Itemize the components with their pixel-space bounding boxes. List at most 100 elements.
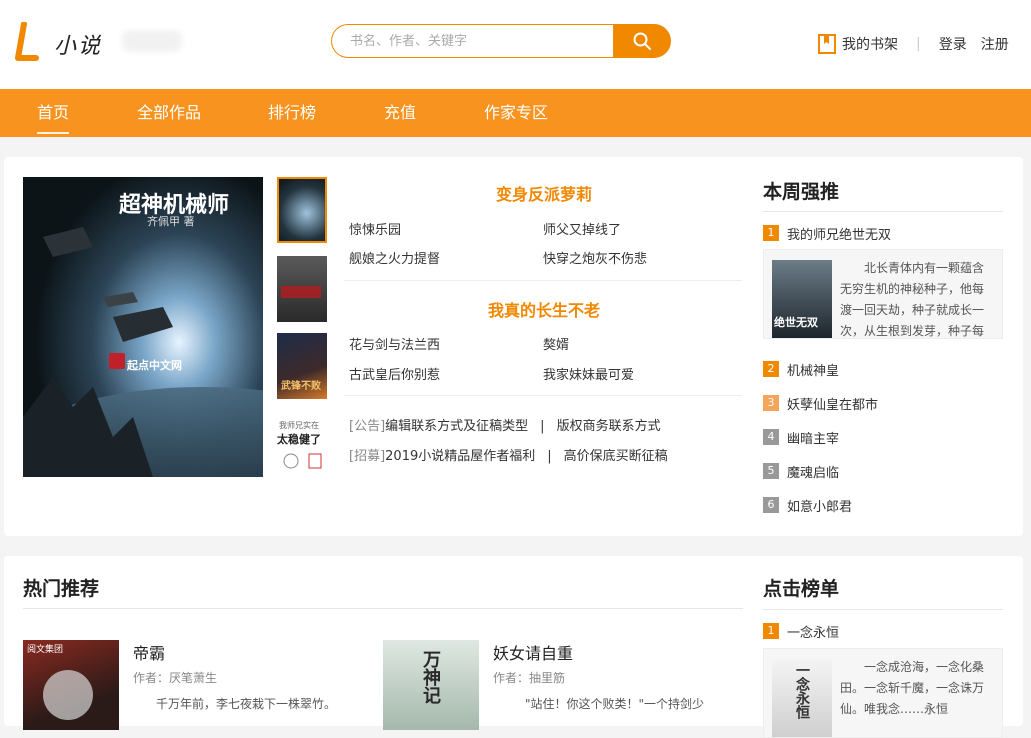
featured-group2-title[interactable]: 我真的长生不老 (344, 297, 744, 321)
hot-section: 热门推荐 阅文集团 帝霸 作者：厌笔萧生 千万年前，李七夜栽下一株翠竹。 万神记… (4, 556, 1023, 738)
rank-cover-title: 绝世无双 (774, 316, 818, 329)
hot-book-title[interactable]: 帝霸 (133, 640, 165, 664)
search-input[interactable] (331, 24, 613, 58)
bookshelf-icon (818, 34, 836, 54)
my-bookshelf-link[interactable]: 我的书架 (842, 34, 898, 54)
rank-name: 魔魂启临 (787, 465, 840, 481)
rank-number: 1 (763, 225, 779, 241)
nav-author-zone[interactable]: 作家专区 (484, 89, 548, 137)
rank-name: 妖孽仙皇在都市 (787, 397, 879, 413)
nav-rankings[interactable]: 排行榜 (268, 89, 316, 137)
featured-link[interactable]: 花与剑与法兰西 (349, 334, 440, 353)
rank-name: 我的师兄绝世无双 (787, 227, 892, 243)
notice-link[interactable]: 版权商务联系方式 (557, 419, 661, 434)
featured-link[interactable]: 师父又掉线了 (543, 219, 621, 238)
divider (23, 608, 743, 609)
featured-link[interactable]: 舰娘之火力提督 (349, 248, 440, 267)
hot-book-desc: "站住！你这个败类！"一个持剑少 (525, 697, 705, 711)
notice-row: [招募]2019小说精品屋作者福利 | 高价保底买断征稿 (349, 445, 668, 464)
thumb-3[interactable]: 武锋不败 (277, 333, 327, 399)
hot-book-desc: 千万年前，李七夜栽下一株翠竹。 (156, 697, 337, 711)
divider: | (916, 36, 921, 52)
notice-tag: [招募] (349, 449, 386, 464)
featured-main-cover[interactable]: 超神机械师 齐佩甲 著 起点中文网 (23, 177, 263, 477)
rank-number: 2 (763, 361, 779, 377)
thumb3-title: 武锋不败 (281, 381, 321, 392)
divider (763, 609, 1003, 610)
logo-subtitle-blur (122, 30, 182, 52)
rank-item[interactable]: 1 我的师兄绝世无双 (763, 223, 891, 243)
main-cover-brand: 起点中文网 (127, 359, 182, 372)
cover-title: 万神记 (420, 650, 441, 704)
logo-text: 小说 (54, 34, 103, 59)
rank-number: 1 (763, 623, 779, 639)
logo-l-icon (15, 22, 39, 61)
register-link[interactable]: 注册 (981, 34, 1009, 54)
thumb4-doodle-icon (283, 453, 322, 469)
notice-row: [公告]编辑联系方式及征稿类型 | 版权商务联系方式 (349, 415, 661, 434)
main-nav: 首页 全部作品 排行榜 充值 作家专区 (0, 89, 1031, 137)
rank-top-preview[interactable]: 一念永恒 一念成沧海，一念化桑田。一念斩千魔，一念诛万仙。唯我念……永恒 (763, 648, 1003, 738)
divider: | (547, 449, 552, 464)
featured-link[interactable]: 惊悚乐园 (349, 219, 401, 238)
hot-book-author: 作者：厌笔萧生 (133, 671, 218, 685)
divider: | (540, 419, 545, 434)
search-button[interactable] (613, 24, 671, 58)
hot-book-title[interactable]: 妖女请自重 (493, 640, 573, 664)
rank-item[interactable]: 1 一念永恒 (763, 621, 839, 641)
featured-group1-title[interactable]: 变身反派萝莉 (344, 181, 744, 205)
hot-title: 热门推荐 (23, 578, 100, 600)
nav-home[interactable]: 首页 (37, 89, 70, 137)
top-links: 我的书架 | 登录 注册 (818, 34, 1009, 54)
rank-number: 3 (763, 395, 779, 411)
notice-tag: [公告] (349, 419, 386, 434)
rank-name: 如意小郎君 (787, 499, 853, 515)
thumb4-title: 太稳健了 (277, 433, 321, 446)
featured-link[interactable]: 快穿之炮灰不伤悲 (543, 248, 647, 267)
featured-link[interactable]: 古武皇后你别惹 (349, 364, 440, 383)
divider (763, 211, 1003, 212)
rank-item[interactable]: 3 妖孽仙皇在都市 (763, 393, 878, 413)
rank-top-cover: 绝世无双 (772, 260, 832, 338)
thumb-1[interactable] (277, 177, 327, 243)
space-cover-art (23, 177, 263, 477)
divider (344, 395, 742, 396)
thumb-2[interactable] (277, 256, 327, 322)
rank-number: 4 (763, 429, 779, 445)
featured-link[interactable]: 我家妹妹最可爱 (543, 364, 634, 383)
rank-item[interactable]: 4 幽暗主宰 (763, 427, 839, 447)
rank-name: 机械神皇 (787, 363, 840, 379)
header: 小说 我的书架 | 登录 注册 (0, 0, 1031, 89)
rank-top-desc: 北长青体内有一颗蕴含无穷生机的神秘种子，他每渡一回天劫，种子就成长一次，从生根到… (840, 261, 985, 338)
nav-recharge[interactable]: 充值 (384, 89, 416, 137)
nav-all-works[interactable]: 全部作品 (137, 89, 201, 137)
rank-number: 5 (763, 463, 779, 479)
rank-item[interactable]: 6 如意小郎君 (763, 495, 852, 515)
rank-item[interactable]: 5 魔魂启临 (763, 461, 839, 481)
login-link[interactable]: 登录 (939, 34, 967, 54)
rank-cover-title: 一念永恒 (794, 663, 810, 719)
rank-name: 幽暗主宰 (787, 431, 840, 447)
rank-top-preview[interactable]: 绝世无双 北长青体内有一颗蕴含无穷生机的神秘种子，他每渡一回天劫，种子就成长一次… (763, 249, 1003, 339)
hot-book-cover[interactable]: 阅文集团 (23, 640, 119, 730)
site-logo[interactable]: 小说 (14, 22, 114, 66)
featured-link[interactable]: 獒婿 (543, 334, 569, 353)
rank-top-cover: 一念永恒 (772, 659, 832, 737)
thumb-4[interactable]: 我师兄实在 太稳健了 (277, 410, 327, 476)
search-icon (633, 32, 651, 50)
divider (344, 280, 742, 281)
main-cover-author: 齐佩甲 著 (147, 215, 195, 228)
brand-seal-icon (109, 353, 125, 369)
notice-link[interactable]: 2019小说精品屋作者福利 (385, 449, 535, 464)
search-bar (331, 24, 671, 60)
hot-book-cover[interactable]: 万神记 (383, 640, 479, 730)
cover-tag: 阅文集团 (27, 645, 64, 655)
rank-top-desc: 一念成沧海，一念化桑田。一念斩千魔，一念诛万仙。唯我念……永恒 (840, 660, 985, 716)
rank-item[interactable]: 2 机械神皇 (763, 359, 839, 379)
rank-number: 6 (763, 497, 779, 513)
weekly-title: 本周强推 (763, 181, 840, 203)
rank-name: 一念永恒 (787, 625, 840, 641)
notice-link[interactable]: 高价保底买断征稿 (564, 449, 668, 464)
click-rank-title: 点击榜单 (763, 578, 840, 600)
notice-link[interactable]: 编辑联系方式及征稿类型 (385, 419, 528, 434)
